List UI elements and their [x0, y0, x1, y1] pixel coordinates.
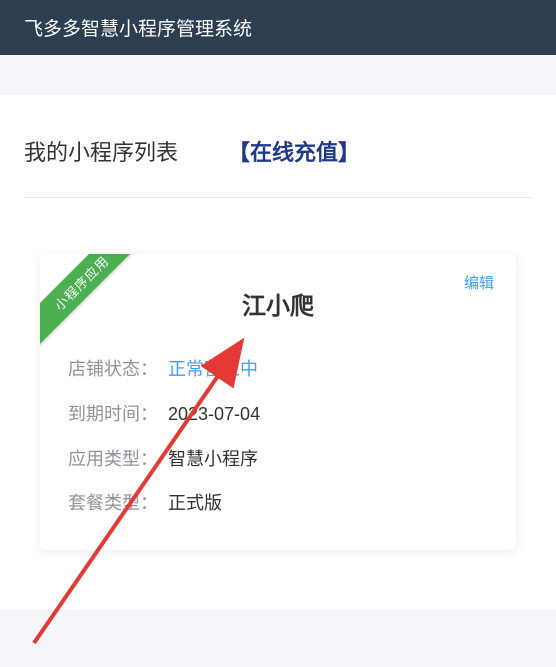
info-label: 套餐类型： — [68, 489, 168, 518]
info-label: 应用类型： — [68, 445, 168, 474]
info-value-plan: 正式版 — [168, 489, 222, 518]
main-content: 我的小程序列表 【在线充值】 小程序应用 编辑 江小爬 店铺状态： 正常营业中 … — [0, 95, 556, 610]
info-row-expiry: 到期时间： 2023-07-04 — [68, 392, 488, 437]
system-title: 飞多多智慧小程序管理系统 — [24, 19, 252, 40]
app-card: 小程序应用 编辑 江小爬 店铺状态： 正常营业中 到期时间： 2023-07-0… — [40, 254, 516, 550]
edit-button[interactable]: 编辑 — [464, 272, 494, 293]
info-row-plan: 套餐类型： 正式版 — [68, 481, 488, 526]
info-label: 到期时间： — [68, 400, 168, 429]
app-name-title: 江小爬 — [68, 286, 488, 321]
page-title: 我的小程序列表 — [24, 135, 178, 167]
info-row-app-type: 应用类型： 智慧小程序 — [68, 437, 488, 482]
system-header: 飞多多智慧小程序管理系统 — [0, 0, 556, 55]
page-header: 我的小程序列表 【在线充值】 — [24, 115, 532, 198]
recharge-link[interactable]: 【在线充值】 — [228, 135, 360, 167]
info-value-expiry: 2023-07-04 — [168, 400, 260, 429]
card-area: 小程序应用 编辑 江小爬 店铺状态： 正常营业中 到期时间： 2023-07-0… — [24, 198, 532, 590]
info-label: 店铺状态： — [68, 355, 168, 384]
info-value-app-type: 智慧小程序 — [168, 445, 258, 474]
info-value-status: 正常营业中 — [168, 355, 258, 384]
info-row-status: 店铺状态： 正常营业中 — [68, 347, 488, 392]
